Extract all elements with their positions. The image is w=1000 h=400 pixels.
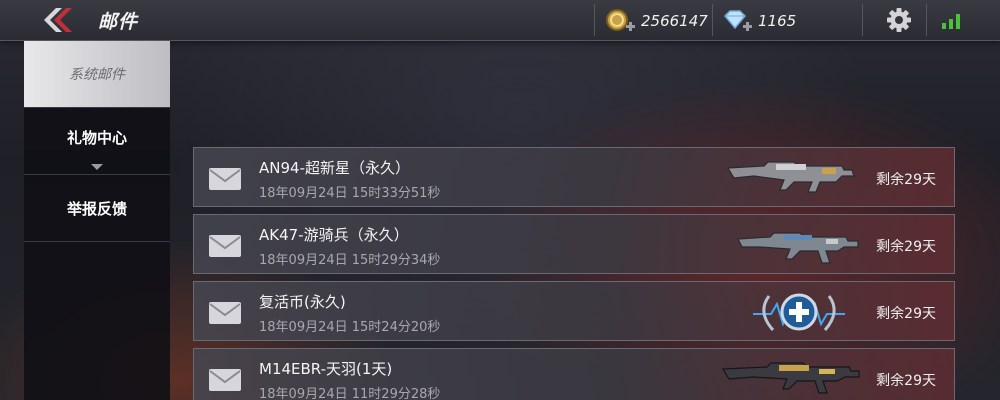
mail-time: 18年09月24日 15时33分51秒: [259, 186, 441, 201]
divider: [926, 4, 927, 36]
mail-remaining: 剩余29天: [876, 306, 936, 322]
mail-item[interactable]: AN94-超新星（永久） 18年09月24日 15时33分51秒 剩余29天: [193, 147, 955, 207]
mail-title: AN94-超新星（永久）: [259, 159, 410, 177]
divider: [862, 4, 863, 36]
divider: [712, 4, 713, 36]
sidebar-item-label: 系统邮件: [69, 67, 125, 83]
sidebar-item-report-feedback[interactable]: 举报反馈: [24, 175, 170, 242]
envelope-icon: [209, 168, 241, 190]
diamond-amount: 1165: [758, 12, 797, 30]
page-title: 邮件: [98, 11, 139, 33]
sidebar: 系统邮件 礼物中心 举报反馈: [24, 41, 170, 400]
envelope-icon: [209, 235, 241, 257]
rifle-icon: [721, 362, 860, 394]
signal-icon: [940, 10, 964, 30]
coin-balance[interactable]: 2566147: [605, 8, 708, 34]
diamond-balance[interactable]: 1165: [722, 8, 796, 34]
mail-title: M14EBR-天羽(1天): [259, 360, 393, 378]
rifle-icon: [737, 232, 859, 264]
divider: [594, 4, 595, 36]
mail-time: 18年09月24日 15时24分20秒: [259, 320, 441, 335]
envelope-icon: [209, 369, 241, 391]
mail-item[interactable]: AK47-游骑兵（永久） 18年09月24日 15时29分34秒 剩余29天: [193, 214, 955, 274]
diamond-icon: [722, 8, 754, 34]
mail-remaining: 剩余29天: [876, 373, 936, 389]
revive-coin-icon: [753, 293, 845, 331]
gear-icon: [887, 8, 911, 32]
envelope-icon: [209, 302, 241, 324]
sidebar-item-system-mail[interactable]: 系统邮件: [24, 41, 170, 108]
coin-amount: 2566147: [641, 12, 708, 30]
mail-title: AK47-游骑兵（永久）: [259, 226, 409, 244]
sidebar-item-label: 礼物中心: [66, 128, 127, 147]
mail-title: 复活币(永久): [259, 293, 346, 311]
settings-button[interactable]: [884, 6, 914, 34]
mail-time: 18年09月24日 15时29分34秒: [259, 253, 441, 268]
back-button[interactable]: [24, 0, 84, 40]
back-icon: [44, 8, 72, 32]
top-bar: 邮件 2566147 1165: [0, 0, 1000, 41]
coin-icon: [605, 8, 637, 34]
mail-item[interactable]: M14EBR-天羽(1天) 18年09月24日 11时29分28秒 剩余29天: [193, 348, 955, 400]
sidebar-item-label: 举报反馈: [66, 199, 127, 218]
mail-remaining: 剩余29天: [876, 172, 936, 188]
mail-remaining: 剩余29天: [876, 239, 936, 255]
mail-item[interactable]: 复活币(永久) 18年09月24日 15时24分20秒 剩余29天: [193, 281, 955, 341]
mail-time: 18年09月24日 11时29分28秒: [259, 387, 441, 400]
chevron-down-icon: [91, 164, 103, 170]
rifle-icon: [726, 161, 855, 193]
